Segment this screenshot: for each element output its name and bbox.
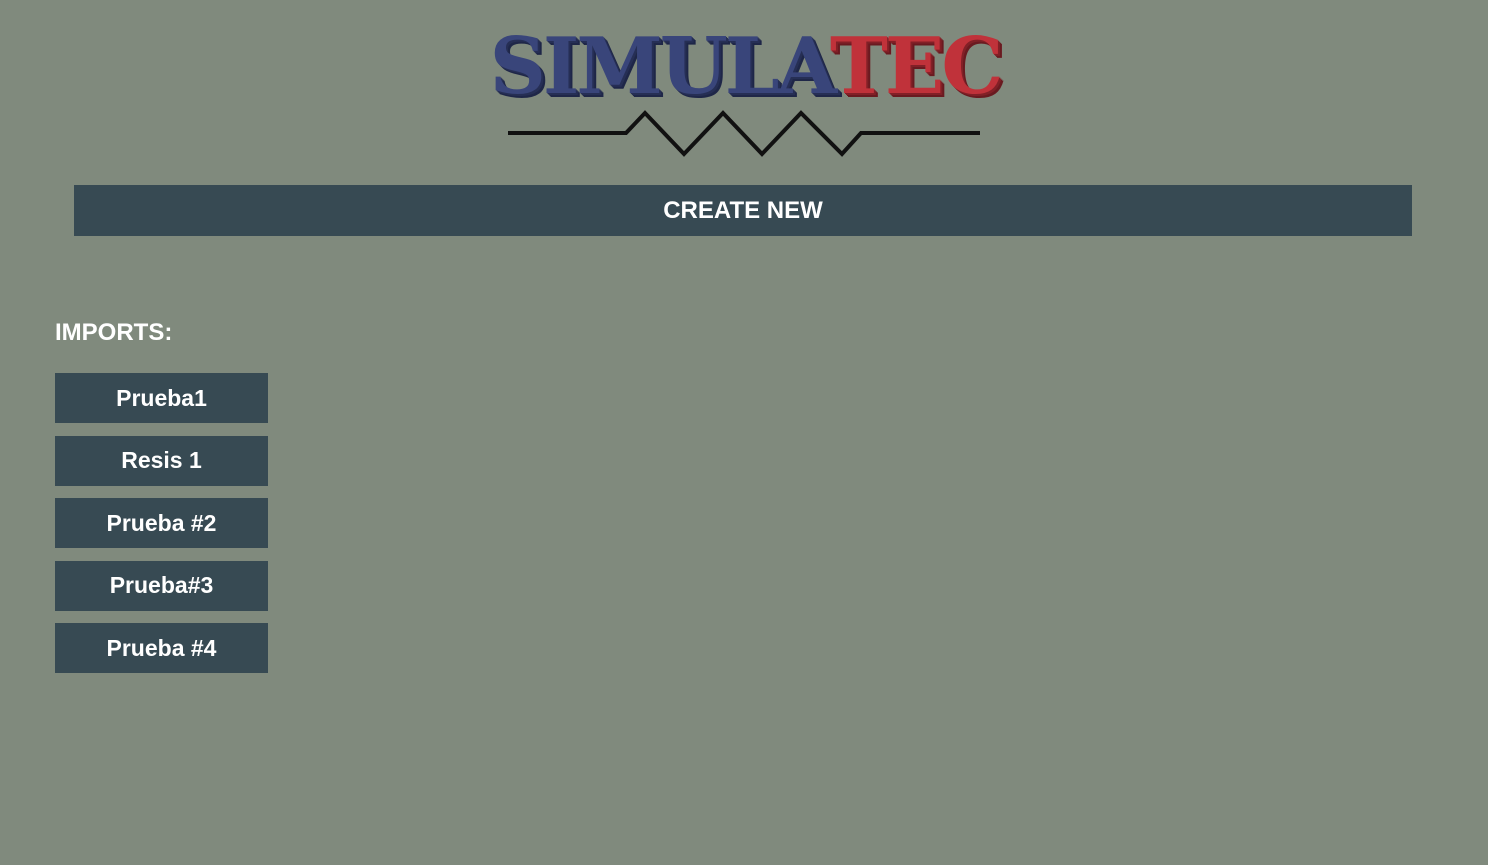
logo-text-red: TEC xyxy=(829,21,1004,112)
imports-list: Prueba1 Resis 1 Prueba #2 Prueba#3 Prueb… xyxy=(55,373,268,686)
imports-heading: IMPORTS: xyxy=(55,319,173,346)
resistor-zigzag-icon xyxy=(508,110,980,157)
create-new-button[interactable]: CREATE NEW xyxy=(74,185,1412,236)
logo-wordmark: SIMULATEC xyxy=(470,22,1020,112)
import-item-button[interactable]: Prueba#3 xyxy=(55,560,268,611)
import-item-button[interactable]: Prueba #4 xyxy=(55,623,268,673)
logo-text-blue: SIMULA xyxy=(489,21,833,112)
import-item-button[interactable]: Resis 1 xyxy=(55,435,268,486)
import-item-button[interactable]: Prueba #2 xyxy=(55,498,268,548)
import-item-button[interactable]: Prueba1 xyxy=(55,373,268,423)
app-logo: SIMULATEC xyxy=(470,22,1020,162)
